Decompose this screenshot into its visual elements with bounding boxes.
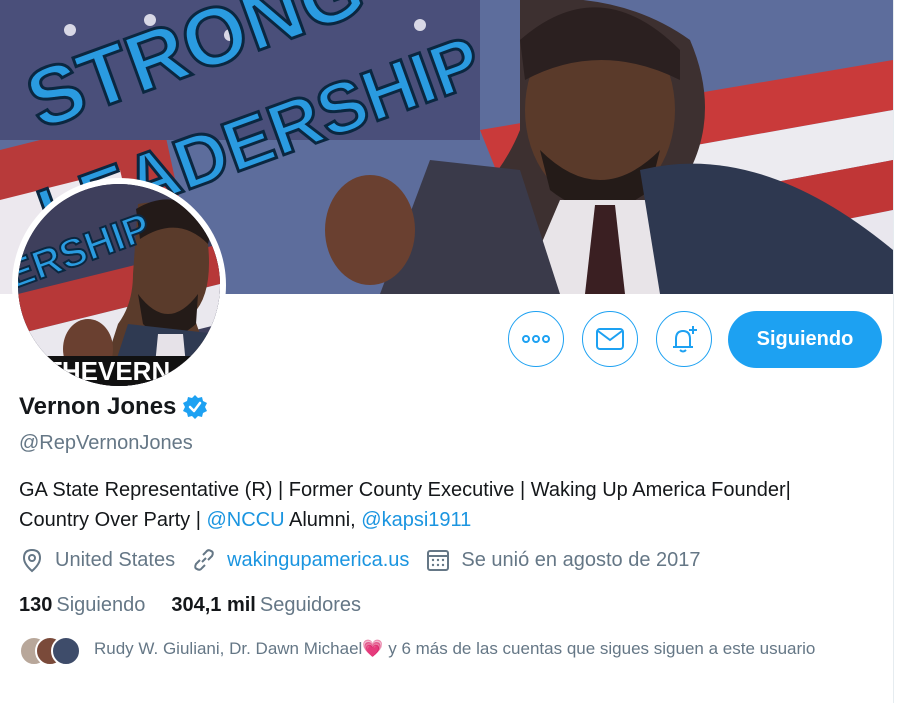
- website-link[interactable]: wakingupamerica.us: [227, 549, 409, 572]
- profile-name: Vernon Jones: [19, 393, 177, 420]
- more-dots-icon: [522, 335, 550, 343]
- bio-text-mid: Alumni,: [284, 509, 362, 531]
- followed-by-names: Rudy W. Giuliani, Dr. Dawn Michael: [94, 639, 363, 658]
- followers-count-link[interactable]: 304,1 mil Seguidores: [171, 594, 361, 617]
- profile-name-row: Vernon Jones: [19, 393, 208, 421]
- mention-link-nccu[interactable]: @NCCU: [206, 509, 284, 531]
- bio-line-2: Country Over Party | @NCCU Alumni, @kaps…: [19, 505, 879, 535]
- followers-you-know-text: Rudy W. Giuliani, Dr. Dawn Michael💗 y 6 …: [94, 634, 864, 663]
- following-count: 130: [19, 594, 53, 616]
- following-label: Siguiendo: [56, 594, 146, 616]
- followers-you-know[interactable]: Rudy W. Giuliani, Dr. Dawn Michael💗 y 6 …: [19, 634, 815, 666]
- avatar: [51, 636, 81, 666]
- follow-counts: 130 Siguiendo 304,1 mil Seguidores: [19, 594, 387, 617]
- location-text: United States: [55, 548, 176, 571]
- followers-label: Seguidores: [259, 594, 362, 616]
- following-button[interactable]: Siguiendo: [728, 311, 882, 368]
- verified-badge-icon: [183, 395, 208, 419]
- mini-avatars: [19, 634, 81, 666]
- following-count-link[interactable]: 130 Siguiendo: [19, 594, 145, 617]
- mention-link-kapsi1911[interactable]: @kapsi1911: [361, 509, 471, 531]
- join-date-text: Se unió en agosto de 2017: [461, 548, 701, 571]
- notifications-button[interactable]: [656, 311, 712, 367]
- message-button[interactable]: [582, 311, 638, 367]
- bio-line-1: GA State Representative (R) | Former Cou…: [19, 479, 791, 501]
- followers-count: 304,1 mil: [171, 594, 256, 616]
- envelope-icon: [596, 328, 624, 350]
- join-date: Se unió en agosto de 2017: [425, 547, 701, 573]
- link-icon: [194, 549, 214, 571]
- location: United States: [19, 547, 175, 573]
- profile-handle: @RepVernonJones: [19, 432, 193, 454]
- calendar-icon: [427, 550, 450, 571]
- bell-plus-icon: [673, 326, 697, 353]
- followed-by-rest: y 6 más de las cuentas que sigues siguen…: [383, 639, 816, 658]
- location-pin-icon: [22, 548, 42, 573]
- profile-meta: United States wakingupamerica.us Se unió…: [19, 547, 717, 573]
- profile-actions: Siguiendo: [10, 311, 903, 369]
- more-button[interactable]: [508, 311, 564, 367]
- heart-emoji: 💗: [362, 639, 384, 658]
- website: wakingupamerica.us: [191, 547, 409, 573]
- profile-bio: GA State Representative (R) | Former Cou…: [19, 475, 879, 535]
- bio-text: Country Over Party |: [19, 509, 207, 531]
